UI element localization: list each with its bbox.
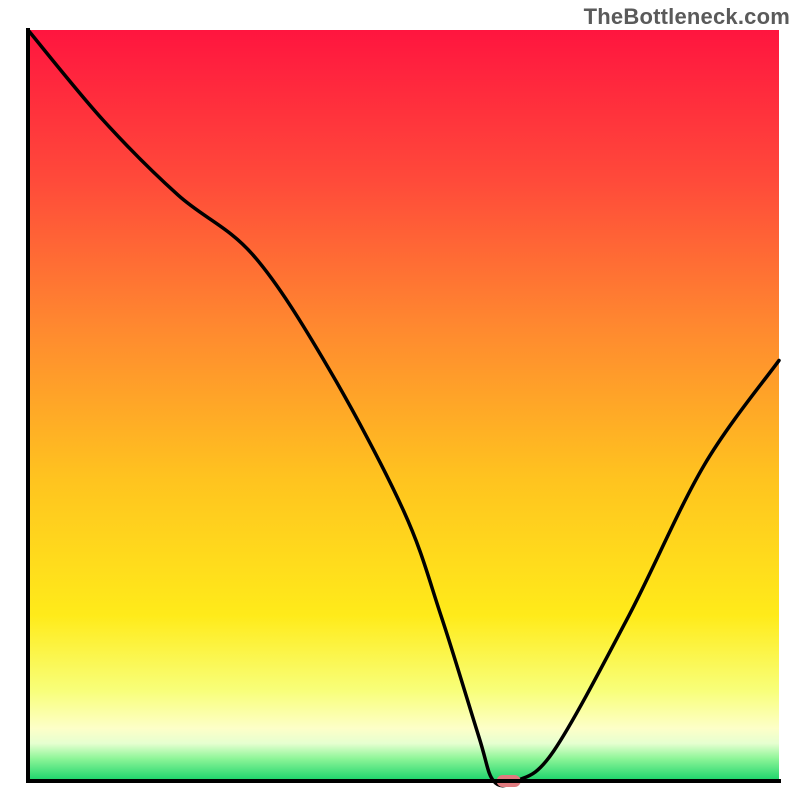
chart-container: TheBottleneck.com <box>0 0 800 800</box>
plot-background <box>28 30 779 781</box>
bottleneck-chart <box>0 0 800 800</box>
watermark-text: TheBottleneck.com <box>584 4 790 30</box>
